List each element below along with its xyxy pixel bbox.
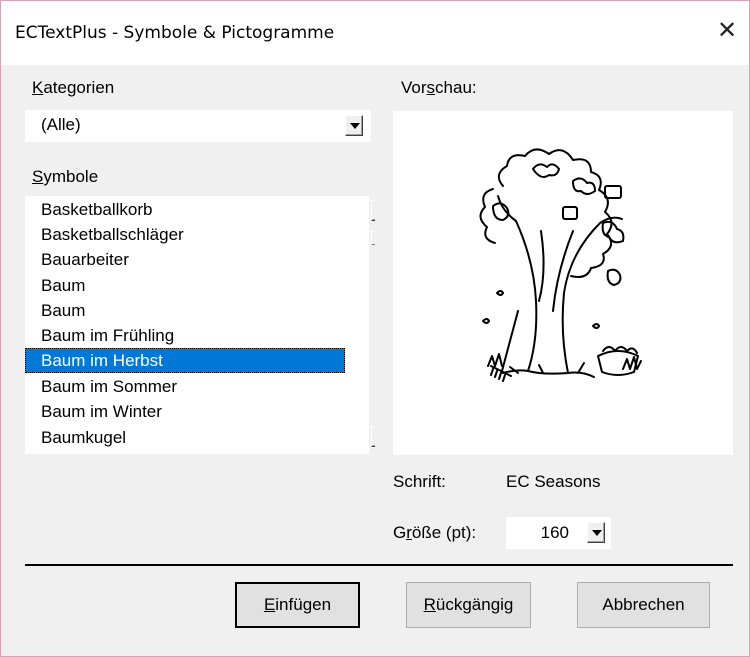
groesse-dropdown-button[interactable] — [587, 522, 605, 543]
list-item[interactable]: Baum — [25, 273, 345, 298]
kategorien-dropdown-button[interactable] — [345, 115, 363, 136]
tree-in-autumn-icon — [479, 148, 642, 382]
list-item[interactable]: Baum im Frühling — [25, 323, 345, 348]
undo-button[interactable]: Rückgängig — [406, 582, 531, 628]
list-item[interactable]: Basketballschläger — [25, 222, 345, 247]
groesse-dropdown[interactable]: 160 — [506, 517, 611, 549]
symbole-label: Symbole — [32, 167, 99, 186]
list-item[interactable]: Baum — [25, 298, 345, 323]
symbole-listbox[interactable]: Basketballkorb Basketballschläger Bauarb… — [25, 196, 375, 454]
list-item[interactable]: Baum im Sommer — [25, 374, 345, 399]
close-icon[interactable]: ✕ — [713, 17, 741, 45]
separator — [25, 564, 733, 566]
schrift-label: Schrift: — [393, 472, 446, 491]
cancel-button[interactable]: Abbrechen — [577, 582, 710, 628]
title-bar: ECTextPlus - Symbole & Pictogramme ✕ — [1, 1, 749, 65]
list-item-selected[interactable]: Baum im Herbst — [25, 348, 345, 373]
dialog-window: ECTextPlus - Symbole & Pictogramme ✕ Kat… — [0, 0, 750, 657]
groesse-value: 160 — [540, 523, 569, 542]
groesse-label: Größe (pt): — [393, 523, 477, 542]
chevron-down-icon — [592, 530, 602, 536]
preview-panel — [393, 111, 733, 455]
scroll-down-button[interactable] — [371, 426, 375, 447]
window-title: ECTextPlus - Symbole & Pictogramme — [15, 23, 335, 43]
list-item[interactable]: Baum im Winter — [25, 399, 345, 424]
chevron-down-icon — [350, 123, 360, 129]
kategorien-label: Kategorien — [32, 78, 115, 97]
vorschau-label: Vorschau: — [401, 78, 477, 97]
kategorien-selected-value: (Alle) — [41, 115, 81, 134]
insert-button[interactable]: Einfügen — [235, 582, 360, 628]
list-item[interactable]: Baumkugel — [25, 425, 345, 450]
list-item[interactable]: Bauarbeiter — [25, 247, 345, 272]
kategorien-dropdown[interactable]: (Alle) — [25, 110, 371, 142]
symbole-scrollbar[interactable] — [369, 196, 375, 454]
list-item[interactable]: Basketballkorb — [25, 197, 345, 222]
scroll-up-button[interactable] — [371, 200, 375, 221]
schrift-value: EC Seasons — [506, 472, 601, 491]
scrollbar-thumb[interactable] — [371, 231, 375, 245]
